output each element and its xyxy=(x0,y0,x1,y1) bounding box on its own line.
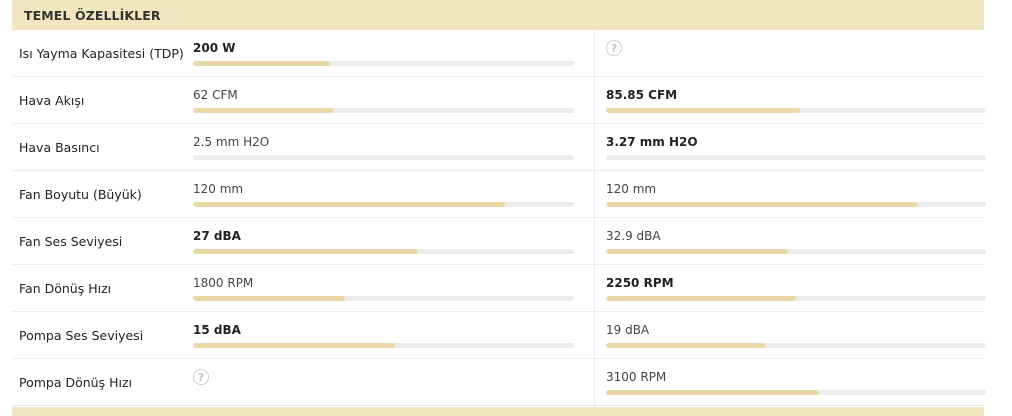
spec-row-fan-boyutu-buyuk: Fan Boyutu (Büyük) 120 mm 120 mm xyxy=(12,171,986,218)
question-circle-icon[interactable]: ? xyxy=(606,40,622,56)
value-bar-track xyxy=(606,390,986,395)
spec-value: 15 dBA xyxy=(193,323,241,337)
spec-label: Isı Yayma Kapasitesi (TDP) xyxy=(19,45,184,61)
product-a-cell: 200 W xyxy=(193,30,574,76)
value-bar-fill xyxy=(606,202,918,207)
product-b-cell: 120 mm xyxy=(594,171,986,217)
value-bar-track xyxy=(193,296,574,301)
product-a-cell: ? xyxy=(193,359,574,405)
spec-value: 3.27 mm H2O xyxy=(606,135,698,149)
product-b-cell: 85.85 CFM xyxy=(594,77,986,123)
value-bar-fill xyxy=(606,249,789,254)
value-bar-fill xyxy=(606,390,819,395)
product-b-cell: 2250 RPM xyxy=(594,265,986,311)
value-bar-track xyxy=(193,343,574,348)
value-bar-fill xyxy=(606,108,800,113)
value-bar-track xyxy=(193,249,574,254)
spec-value: 2.5 mm H2O xyxy=(193,135,270,149)
spec-label: Fan Boyutu (Büyük) xyxy=(19,186,142,202)
spec-label: Hava Basıncı xyxy=(19,139,100,155)
value-bar-track xyxy=(606,296,986,301)
spec-row-pompa-ses-seviyesi: Pompa Ses Seviyesi 15 dBA 19 dBA xyxy=(12,312,986,359)
spec-value: 85.85 CFM xyxy=(606,88,678,102)
value-bar-track xyxy=(606,249,986,254)
value-bar-fill xyxy=(193,61,331,66)
spec-rows: Isı Yayma Kapasitesi (TDP) 200 W? Hava Akı… xyxy=(12,30,986,406)
spec-label: Pompa Ses Seviyesi xyxy=(19,327,144,343)
product-a-cell: 120 mm xyxy=(193,171,574,217)
value-bar-fill xyxy=(193,202,506,207)
spec-value: 2250 RPM xyxy=(606,276,674,290)
spec-label: Fan Dönüş Hızı xyxy=(19,280,112,296)
product-a-cell: 15 dBA xyxy=(193,312,574,358)
value-bar-track xyxy=(193,202,574,207)
value-bar-track xyxy=(193,155,574,160)
product-b-cell: ? xyxy=(594,30,975,76)
spec-value: 200 W xyxy=(193,41,236,55)
value-bar-track xyxy=(606,202,986,207)
spec-value: 32.9 dBA xyxy=(606,229,661,243)
value-bar-fill xyxy=(606,343,766,348)
value-bar-track xyxy=(193,108,574,113)
spec-label: Pompa Dönüş Hızı xyxy=(19,374,132,390)
specs-panel: TEMEL ÖZELLİKLER Isı Yayma Kapasitesi (T… xyxy=(12,0,986,406)
spec-value: 27 dBA xyxy=(193,229,241,243)
section-title: TEMEL ÖZELLİKLER xyxy=(24,7,161,23)
spec-value: 120 mm xyxy=(606,182,657,196)
spec-row-pompa-donus-hizi: Pompa Dönüş Hızı? 3100 RPM xyxy=(12,359,986,406)
spec-row-isi-yayma-kapasitesi-tdp: Isı Yayma Kapasitesi (TDP) 200 W? xyxy=(12,30,984,77)
value-bar-fill xyxy=(193,249,418,254)
section-header: TEMEL ÖZELLİKLER xyxy=(12,0,984,30)
value-bar-track xyxy=(606,343,986,348)
spec-label: Fan Ses Seviyesi xyxy=(19,233,123,249)
spec-row-hava-akisi: Hava Akışı 62 CFM 85.85 CFM xyxy=(12,77,986,124)
spec-value: 1800 RPM xyxy=(193,276,254,290)
product-b-cell: 32.9 dBA xyxy=(594,218,986,264)
value-bar-fill xyxy=(193,296,346,301)
spec-row-hava-basinci: Hava Basıncı 2.5 mm H2O 3.27 mm H2O xyxy=(12,124,986,171)
product-b-cell: 19 dBA xyxy=(594,312,986,358)
spec-value: 62 CFM xyxy=(193,88,238,102)
product-a-cell: 62 CFM xyxy=(193,77,574,123)
product-a-cell: 1800 RPM xyxy=(193,265,574,311)
spec-row-fan-donus-hizi: Fan Dönüş Hızı 1800 RPM 2250 RPM xyxy=(12,265,986,312)
product-b-cell: 3100 RPM xyxy=(594,359,986,405)
spec-value: 3100 RPM xyxy=(606,370,667,384)
spec-label: Hava Akışı xyxy=(19,92,85,108)
section-footer-strip xyxy=(12,407,984,416)
spec-row-fan-ses-seviyesi: Fan Ses Seviyesi 27 dBA 32.9 dBA xyxy=(12,218,986,265)
product-a-cell: 27 dBA xyxy=(193,218,574,264)
value-bar-track xyxy=(193,61,574,66)
product-a-cell: 2.5 mm H2O xyxy=(193,124,574,170)
value-bar-fill xyxy=(193,343,395,348)
value-bar-fill xyxy=(193,108,334,113)
value-bar-fill xyxy=(606,296,796,301)
spec-value: 19 dBA xyxy=(606,323,650,337)
value-bar-track xyxy=(606,108,986,113)
question-circle-icon[interactable]: ? xyxy=(193,369,209,385)
value-bar-track xyxy=(606,155,986,160)
spec-value: 120 mm xyxy=(193,182,244,196)
product-b-cell: 3.27 mm H2O xyxy=(594,124,986,170)
